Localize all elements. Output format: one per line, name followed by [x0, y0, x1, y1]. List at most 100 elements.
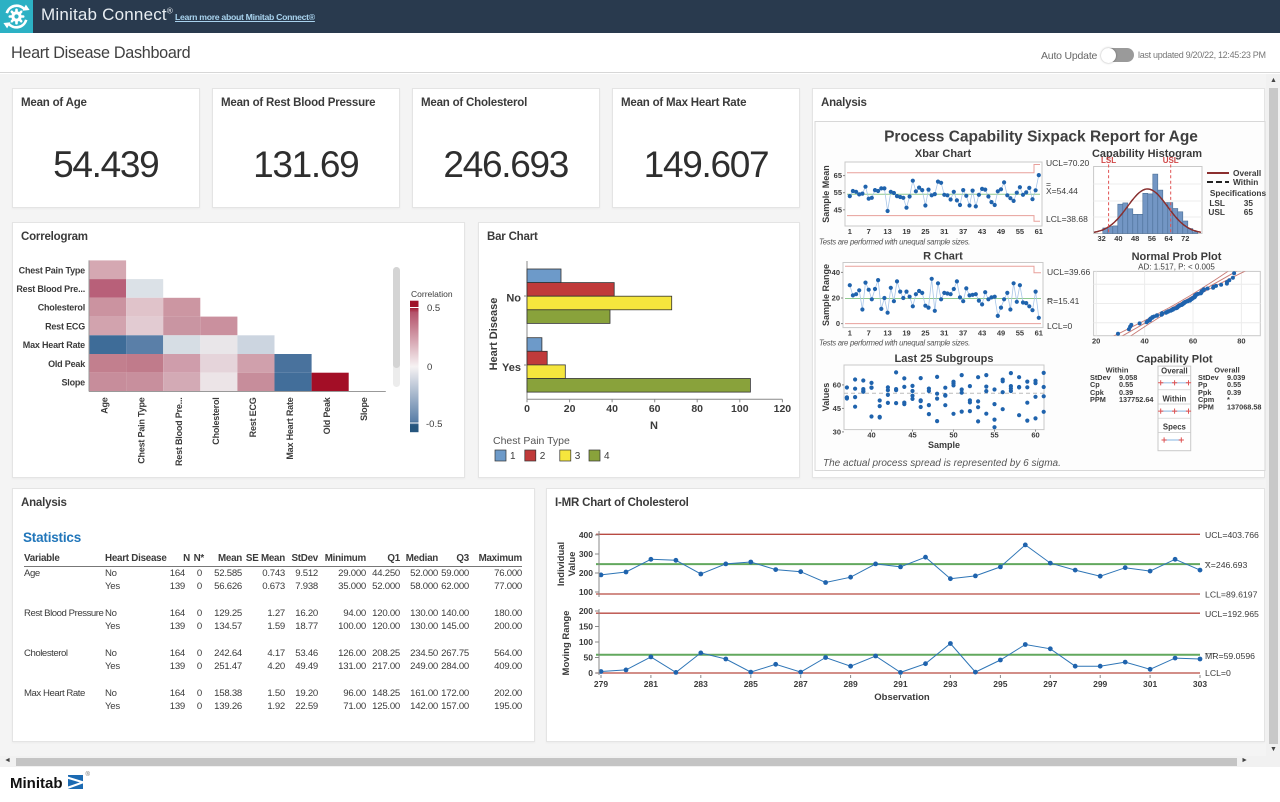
svg-text:279: 279	[594, 679, 608, 689]
svg-text:Chest Pain Type: Chest Pain Type	[493, 435, 570, 447]
svg-text:Tests are performed with unequ: Tests are performed with unequal sample …	[819, 238, 970, 247]
svg-text:Overall: Overall	[1161, 367, 1187, 376]
svg-text:43: 43	[978, 227, 986, 236]
svg-text:Normal Prob Plot: Normal Prob Plot	[1132, 251, 1222, 263]
svg-text:Capability Plot: Capability Plot	[1136, 354, 1213, 366]
svg-text:N: N	[650, 420, 658, 432]
svg-text:20: 20	[1092, 337, 1100, 346]
svg-text:30: 30	[833, 427, 841, 436]
svg-text:4: 4	[604, 451, 610, 462]
svg-text:X=54.44: X=54.44	[1046, 186, 1078, 196]
svg-text:55: 55	[1016, 227, 1024, 236]
svg-text:61: 61	[1035, 329, 1043, 338]
svg-text:60: 60	[1189, 337, 1197, 346]
svg-text:80: 80	[1237, 337, 1245, 346]
svg-text:293: 293	[943, 679, 957, 689]
svg-text:PPM: PPM	[1090, 395, 1106, 404]
svg-text:1: 1	[848, 227, 852, 236]
svg-text:13: 13	[883, 227, 891, 236]
svg-text:Old Peak: Old Peak	[322, 396, 332, 434]
svg-text:37: 37	[959, 329, 967, 338]
svg-text:300: 300	[579, 549, 593, 559]
svg-text:The actual process spread is r: The actual process spread is represented…	[823, 458, 1061, 469]
svg-text:Max Heart Rate: Max Heart Rate	[23, 340, 85, 350]
svg-text:No: No	[506, 293, 521, 305]
svg-text:283: 283	[694, 679, 708, 689]
svg-text:40: 40	[867, 431, 875, 440]
svg-text:UCL=403.766: UCL=403.766	[1205, 530, 1259, 540]
svg-text:Moving Range: Moving Range	[561, 611, 572, 676]
svg-text:303: 303	[1193, 679, 1207, 689]
svg-text:400: 400	[579, 530, 593, 540]
svg-text:49: 49	[997, 329, 1005, 338]
svg-text:Yes: Yes	[502, 362, 521, 374]
svg-text:40: 40	[1114, 234, 1122, 243]
svg-text:1: 1	[510, 451, 516, 462]
svg-text:40: 40	[1140, 337, 1148, 346]
svg-text:Slope: Slope	[359, 397, 369, 421]
svg-text:200: 200	[579, 568, 593, 578]
svg-text:25: 25	[921, 329, 929, 338]
svg-text:100: 100	[731, 403, 749, 415]
svg-text:65: 65	[1244, 207, 1254, 217]
svg-text:65: 65	[834, 171, 842, 180]
svg-text:Rest ECG: Rest ECG	[248, 397, 258, 437]
svg-text:LSL: LSL	[1101, 156, 1116, 165]
svg-text:Values: Values	[821, 383, 831, 412]
svg-text:50: 50	[949, 431, 957, 440]
svg-text:150: 150	[579, 622, 593, 632]
svg-text:Max Heart Rate: Max Heart Rate	[285, 397, 295, 459]
svg-text:Specifications: Specifications	[1210, 188, 1266, 198]
svg-text:Age: Age	[100, 397, 110, 414]
svg-text:60: 60	[1031, 431, 1039, 440]
svg-text:100: 100	[579, 587, 593, 597]
svg-text:UCL=70.20: UCL=70.20	[1046, 158, 1090, 168]
svg-text:20: 20	[832, 294, 840, 303]
svg-text:R=15.41: R=15.41	[1047, 296, 1080, 306]
svg-text:Chest Pain Type: Chest Pain Type	[19, 265, 86, 275]
svg-text:Rest ECG: Rest ECG	[45, 321, 85, 331]
svg-text:31: 31	[940, 227, 948, 236]
svg-text:0: 0	[588, 668, 593, 678]
svg-text:60: 60	[649, 403, 661, 415]
svg-text:LCL=0: LCL=0	[1205, 668, 1231, 678]
svg-text:61: 61	[1035, 227, 1043, 236]
svg-text:0: 0	[836, 319, 840, 328]
svg-text:60: 60	[833, 380, 841, 389]
svg-text:200: 200	[579, 606, 593, 616]
svg-text:100: 100	[579, 637, 593, 647]
svg-text:55: 55	[990, 431, 998, 440]
svg-text:Within: Within	[1233, 177, 1258, 187]
svg-text:19: 19	[902, 227, 910, 236]
svg-text:7: 7	[867, 329, 871, 338]
svg-text:45: 45	[908, 431, 916, 440]
svg-text:31: 31	[940, 329, 948, 338]
svg-text:3: 3	[575, 451, 581, 462]
svg-text:49: 49	[997, 227, 1005, 236]
svg-text:Specs: Specs	[1163, 423, 1187, 432]
svg-text:LCL=0: LCL=0	[1047, 321, 1073, 331]
svg-text:Rest Blood Pre...: Rest Blood Pre...	[174, 397, 184, 466]
svg-text:297: 297	[1043, 679, 1057, 689]
svg-text:MR=59.0596: MR=59.0596	[1205, 651, 1255, 661]
svg-text:72: 72	[1181, 234, 1189, 243]
svg-text:Old Peak: Old Peak	[48, 359, 86, 369]
svg-text:7: 7	[867, 227, 871, 236]
svg-text:0.5: 0.5	[427, 303, 440, 314]
svg-text:LCL=89.6197: LCL=89.6197	[1205, 590, 1258, 600]
svg-text:Xbar Chart: Xbar Chart	[915, 148, 972, 160]
svg-text:Cholesterol: Cholesterol	[38, 303, 85, 313]
svg-text:-0.5: -0.5	[426, 419, 442, 430]
svg-text:Value: Value	[567, 552, 578, 577]
svg-text:301: 301	[1143, 679, 1157, 689]
svg-text:Chest Pain Type: Chest Pain Type	[137, 397, 147, 464]
svg-text:Observation: Observation	[874, 692, 930, 703]
svg-text:50: 50	[584, 653, 594, 663]
svg-text:Process Capability Sixpack Rep: Process Capability Sixpack Report for Ag…	[884, 129, 1198, 146]
svg-text:56: 56	[1148, 234, 1156, 243]
svg-text:LCL=38.68: LCL=38.68	[1046, 214, 1088, 224]
svg-text:45: 45	[833, 404, 841, 413]
svg-text:Sample Mean: Sample Mean	[821, 165, 831, 223]
svg-text:R Chart: R Chart	[923, 251, 963, 263]
svg-text:55: 55	[834, 188, 842, 197]
